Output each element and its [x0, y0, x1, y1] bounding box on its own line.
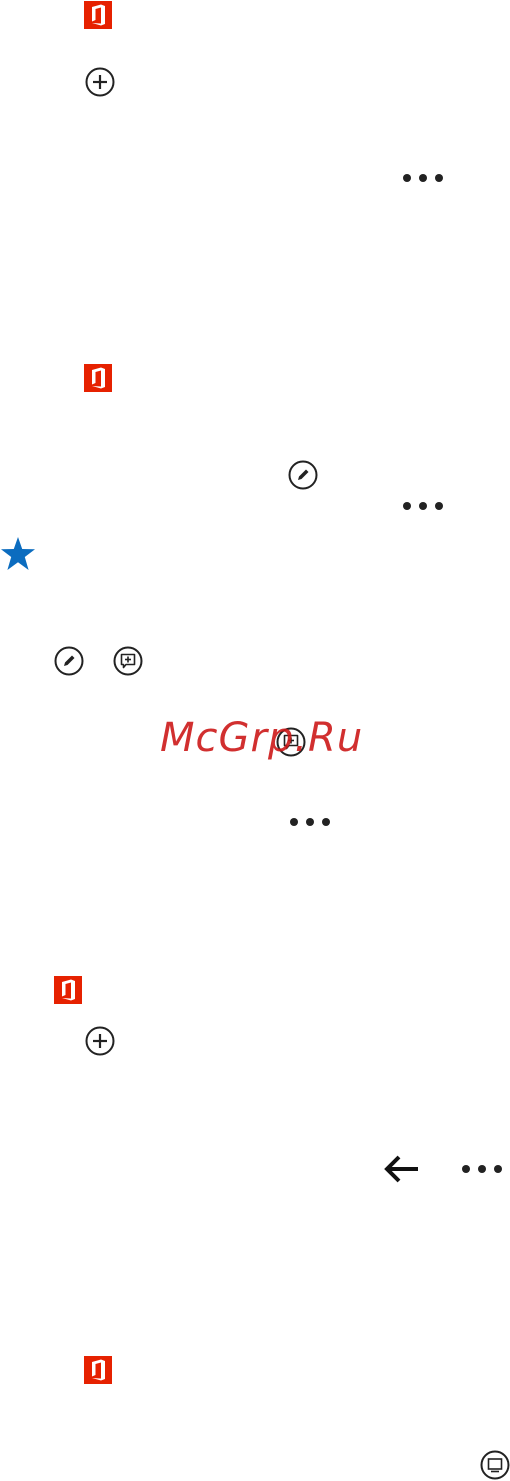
office-logo-icon	[84, 364, 112, 392]
add-circle-icon	[85, 1026, 115, 1056]
more-icon	[401, 172, 445, 184]
office-logo-icon	[84, 1, 112, 29]
edit-circle-icon	[288, 460, 318, 490]
back-arrow-icon	[384, 1155, 420, 1183]
slideshow-icon	[480, 1450, 510, 1480]
office-logo-icon	[54, 976, 82, 1004]
watermark-text: McGrp.Ru	[160, 715, 364, 761]
more-icon	[401, 500, 445, 512]
add-comment-icon	[113, 646, 143, 676]
edit-circle-icon	[54, 646, 84, 676]
favorite-star-icon	[0, 536, 36, 572]
more-icon	[460, 1163, 504, 1175]
office-logo-icon	[84, 1356, 112, 1384]
add-circle-icon	[85, 67, 115, 97]
more-icon	[288, 816, 332, 828]
